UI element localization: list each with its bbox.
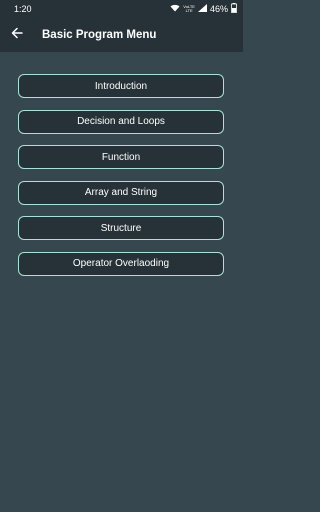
network-type-label: VoLTE LTE: [183, 5, 195, 13]
menu-item-structure[interactable]: Structure: [18, 216, 224, 240]
menu-item-array-and-string[interactable]: Array and String: [18, 180, 224, 205]
status-time: 1:20: [14, 4, 32, 14]
menu-item-introduction[interactable]: Introduction: [18, 74, 224, 98]
signal-icon: [197, 4, 207, 14]
arrow-left-icon: [11, 26, 23, 44]
status-bar: 1:20 VoLTE LTE 46%: [0, 0, 243, 18]
battery-icon: [231, 3, 237, 15]
back-button[interactable]: [0, 18, 34, 52]
app-bar: Basic Program Menu: [0, 18, 243, 52]
page-title: Basic Program Menu: [42, 29, 157, 41]
menu-item-decision-and-loops[interactable]: Decision and Loops: [18, 109, 224, 134]
program-menu: Introduction Decision and Loops Function…: [18, 74, 224, 287]
lte-label: LTE: [185, 8, 193, 13]
menu-item-operator-overloading[interactable]: Operator Overlaoding: [18, 251, 224, 276]
status-icons: VoLTE LTE 46%: [170, 3, 237, 15]
menu-item-function[interactable]: Function: [18, 145, 224, 169]
battery-percent: 46%: [209, 4, 228, 14]
wifi-icon: [170, 4, 180, 14]
